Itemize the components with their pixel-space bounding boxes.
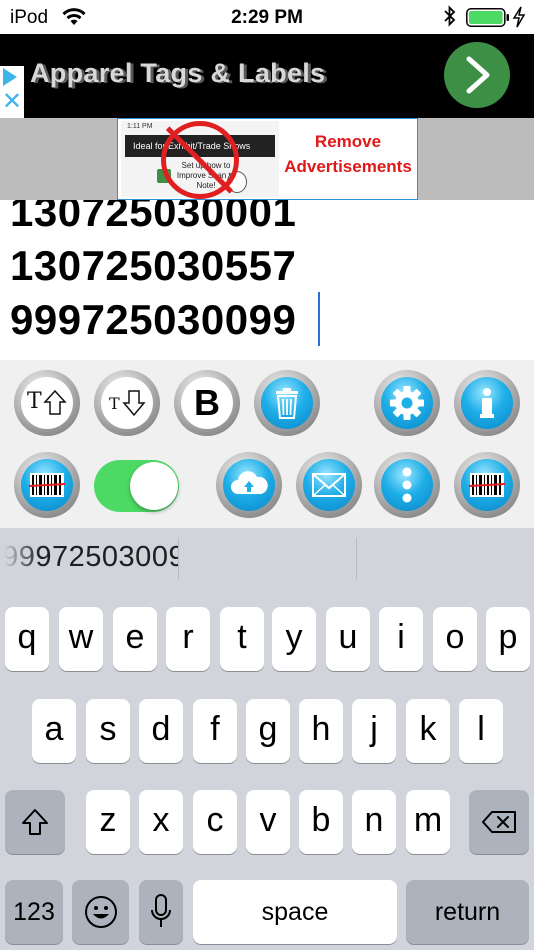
more-vertical-icon — [381, 459, 433, 511]
return-key[interactable]: return — [406, 880, 529, 944]
text-caret — [318, 292, 320, 346]
cloud-upload-icon — [223, 459, 275, 511]
promo-mini-status: 1:11 PM — [127, 123, 153, 130]
emoji-key[interactable] — [72, 880, 129, 944]
key-u[interactable]: u — [326, 607, 370, 671]
ad-choices-icon — [3, 68, 17, 86]
note-text-area[interactable]: 130725030001 130725030557 999725030099 — [0, 200, 534, 360]
toolbar: T T B — [0, 360, 534, 528]
numbers-key[interactable]: 123 — [5, 880, 63, 944]
key-n[interactable]: n — [352, 790, 396, 854]
ad-banner[interactable]: ✕ Apparel Tags & Labels — [0, 34, 534, 118]
key-r[interactable]: r — [166, 607, 210, 671]
shift-icon — [22, 809, 48, 835]
key-t[interactable]: t — [220, 607, 264, 671]
chevron-right-icon — [466, 56, 490, 94]
ad-choices-button[interactable]: ✕ — [0, 66, 24, 118]
increase-text-size-button[interactable]: T — [14, 370, 80, 436]
gear-icon — [381, 377, 433, 429]
shift-key[interactable] — [5, 790, 65, 854]
emoji-icon — [85, 896, 117, 928]
scan-barcode-button[interactable] — [14, 452, 80, 518]
key-l[interactable]: l — [459, 699, 503, 763]
barcode-scan-icon — [461, 459, 513, 511]
battery-icon — [466, 8, 509, 27]
key-z[interactable]: z — [86, 790, 130, 854]
key-h[interactable]: h — [299, 699, 343, 763]
space-key[interactable]: space — [193, 880, 397, 944]
key-d[interactable]: d — [139, 699, 183, 763]
backspace-icon — [482, 811, 516, 833]
key-g[interactable]: g — [246, 699, 290, 763]
key-e[interactable]: e — [113, 607, 157, 671]
scan-barcode-button-2[interactable] — [454, 452, 520, 518]
key-m[interactable]: m — [406, 790, 450, 854]
ad-open-button[interactable] — [444, 42, 510, 108]
remove-ads-line2: Advertisements — [284, 157, 412, 176]
key-o[interactable]: o — [433, 607, 477, 671]
suggestion-item[interactable] — [357, 528, 534, 590]
bold-button[interactable]: B — [174, 370, 240, 436]
note-line[interactable]: 130725030557 — [10, 242, 296, 290]
arrow-up-icon — [43, 389, 67, 415]
email-button[interactable] — [296, 452, 362, 518]
note-line[interactable]: 999725030099 — [10, 296, 296, 344]
remove-ads-label[interactable]: Remove Advertisements — [278, 129, 418, 179]
key-j[interactable]: j — [352, 699, 396, 763]
key-a[interactable]: a — [32, 699, 76, 763]
upload-button[interactable] — [216, 452, 282, 518]
suggestion-fade — [0, 528, 40, 590]
microphone-icon — [151, 894, 171, 927]
toggle-switch[interactable] — [94, 460, 179, 512]
suggestion-bar: “999725030099” — [0, 528, 534, 590]
key-v[interactable]: v — [246, 790, 290, 854]
key-b[interactable]: b — [299, 790, 343, 854]
remove-ads-promo[interactable]: 1:11 PM Ideal for Exhibit/Trade Shows Se… — [0, 118, 534, 200]
key-w[interactable]: w — [59, 607, 103, 671]
bluetooth-icon — [444, 5, 456, 27]
key-y[interactable]: y — [272, 607, 316, 671]
delete-button[interactable] — [254, 370, 320, 436]
key-q[interactable]: q — [5, 607, 49, 671]
key-k[interactable]: k — [406, 699, 450, 763]
bold-icon: B — [181, 377, 233, 429]
key-p[interactable]: p — [486, 607, 530, 671]
more-options-button[interactable] — [374, 452, 440, 518]
settings-button[interactable] — [374, 370, 440, 436]
promo-phone-screenshot: 1:11 PM Ideal for Exhibit/Trade Shows Se… — [121, 121, 279, 199]
charging-icon — [512, 6, 526, 28]
remove-ads-line1: Remove — [314, 132, 382, 151]
barcode-scan-icon — [21, 459, 73, 511]
key-c[interactable]: c — [193, 790, 237, 854]
decrease-text-size-button[interactable]: T — [94, 370, 160, 436]
toggle-knob — [130, 462, 178, 510]
info-icon — [461, 377, 513, 429]
arrow-down-icon — [122, 390, 146, 417]
dictation-key[interactable] — [139, 880, 183, 944]
key-x[interactable]: x — [139, 790, 183, 854]
keyboard: q w e r t y u i o p a s d f g h j k l z … — [0, 590, 534, 950]
key-f[interactable]: f — [193, 699, 237, 763]
ad-title[interactable]: Apparel Tags & Labels — [30, 58, 325, 89]
backspace-key[interactable] — [469, 790, 529, 854]
text-size-down-icon: T — [101, 377, 153, 429]
remove-ads-image[interactable]: 1:11 PM Ideal for Exhibit/Trade Shows Se… — [117, 118, 418, 200]
suggestion-item[interactable] — [179, 528, 356, 590]
mail-icon — [303, 459, 355, 511]
key-s[interactable]: s — [86, 699, 130, 763]
info-button[interactable] — [454, 370, 520, 436]
text-size-up-icon: T — [21, 377, 73, 429]
suggestion-item[interactable]: “999725030099” — [0, 528, 178, 590]
ad-close-icon[interactable]: ✕ — [2, 90, 22, 114]
bold-letter: B — [194, 382, 220, 423]
note-line[interactable]: 130725030001 — [10, 200, 296, 236]
status-bar: iPod 2:29 PM — [0, 0, 534, 34]
key-i[interactable]: i — [379, 607, 423, 671]
trash-icon — [261, 377, 313, 429]
